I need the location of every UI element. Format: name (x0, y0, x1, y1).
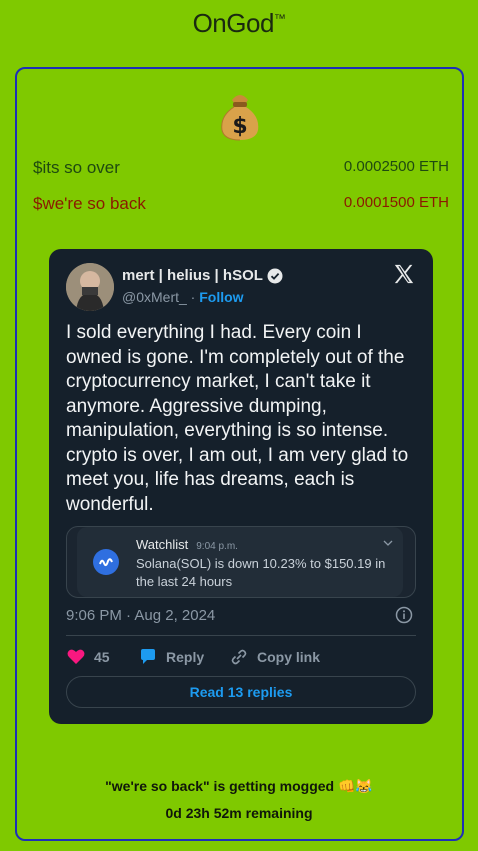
token-label: $its so over (33, 158, 120, 177)
token-row-so-back[interactable]: $we're so back 0.0001500 ETH (33, 194, 449, 214)
app-title: OnGod™ (0, 8, 478, 39)
status-message: "we're so back" is getting mogged 👊😹 (105, 778, 373, 794)
notification-text: Solana(SOL) is down 10.23% to $150.19 in… (136, 556, 386, 589)
author-handle[interactable]: @0xMert_ (122, 289, 187, 305)
avatar-image (66, 263, 114, 311)
reply-label: Reply (166, 649, 205, 665)
notification-title-text: Watchlist (136, 537, 189, 552)
token-price: 0.0002500 ETH (343, 158, 449, 175)
x-logo-icon[interactable] (393, 263, 415, 285)
token-label: $we're so back (33, 194, 146, 213)
trademark-mark: ™ (273, 11, 286, 26)
verified-badge-icon (267, 268, 283, 283)
notification-title: Watchlist 9:04 p.m. (136, 537, 238, 552)
handle-separator: · (186, 289, 200, 305)
reply-bubble-icon (141, 649, 155, 664)
author-name-text: mert | helius | hSOL (122, 267, 263, 284)
token-price: 0.0001500 ETH (343, 194, 449, 211)
like-button[interactable]: 45 (66, 647, 110, 667)
coinmarketcap-icon (93, 549, 119, 575)
like-count: 45 (94, 649, 110, 665)
heart-icon (67, 649, 85, 664)
copy-link-button[interactable]: Copy link (229, 647, 320, 667)
countdown-timer: 0d 23h 52m remaining (165, 805, 313, 821)
notification-inner: Watchlist 9:04 p.m. Solana(SOL) is down 1… (77, 527, 403, 597)
info-icon[interactable] (395, 606, 413, 624)
author-handle-line: @0xMert_ · Follow (122, 289, 244, 305)
author-name[interactable]: mert | helius | hSOL (122, 267, 283, 284)
tweet-timestamp[interactable]: 9:06 PM · Aug 2, 2024 (66, 607, 215, 624)
money-bag-icon: $ (221, 95, 259, 141)
app-title-text: OnGod (192, 8, 275, 38)
embedded-notification-card[interactable]: Watchlist 9:04 p.m. Solana(SOL) is down 1… (66, 526, 416, 598)
embedded-tweet[interactable]: mert | helius | hSOL @0xMert_ · Follow I… (49, 249, 433, 724)
chevron-down-icon (383, 540, 393, 546)
follow-button[interactable]: Follow (199, 289, 243, 305)
token-row-so-over[interactable]: $its so over 0.0002500 ETH (33, 158, 449, 178)
reply-button[interactable]: Reply (138, 647, 204, 667)
copy-link-label: Copy link (257, 649, 321, 665)
divider (66, 635, 416, 636)
link-icon (231, 649, 247, 665)
tweet-actions: 45 Reply Copy link (66, 647, 416, 667)
avatar[interactable] (66, 263, 114, 311)
read-replies-button[interactable]: Read 13 replies (66, 676, 416, 708)
svg-text:$: $ (232, 114, 247, 139)
tweet-text: I sold everything I had. Every coin I ow… (66, 322, 409, 515)
notification-time: 9:04 p.m. (196, 541, 238, 552)
